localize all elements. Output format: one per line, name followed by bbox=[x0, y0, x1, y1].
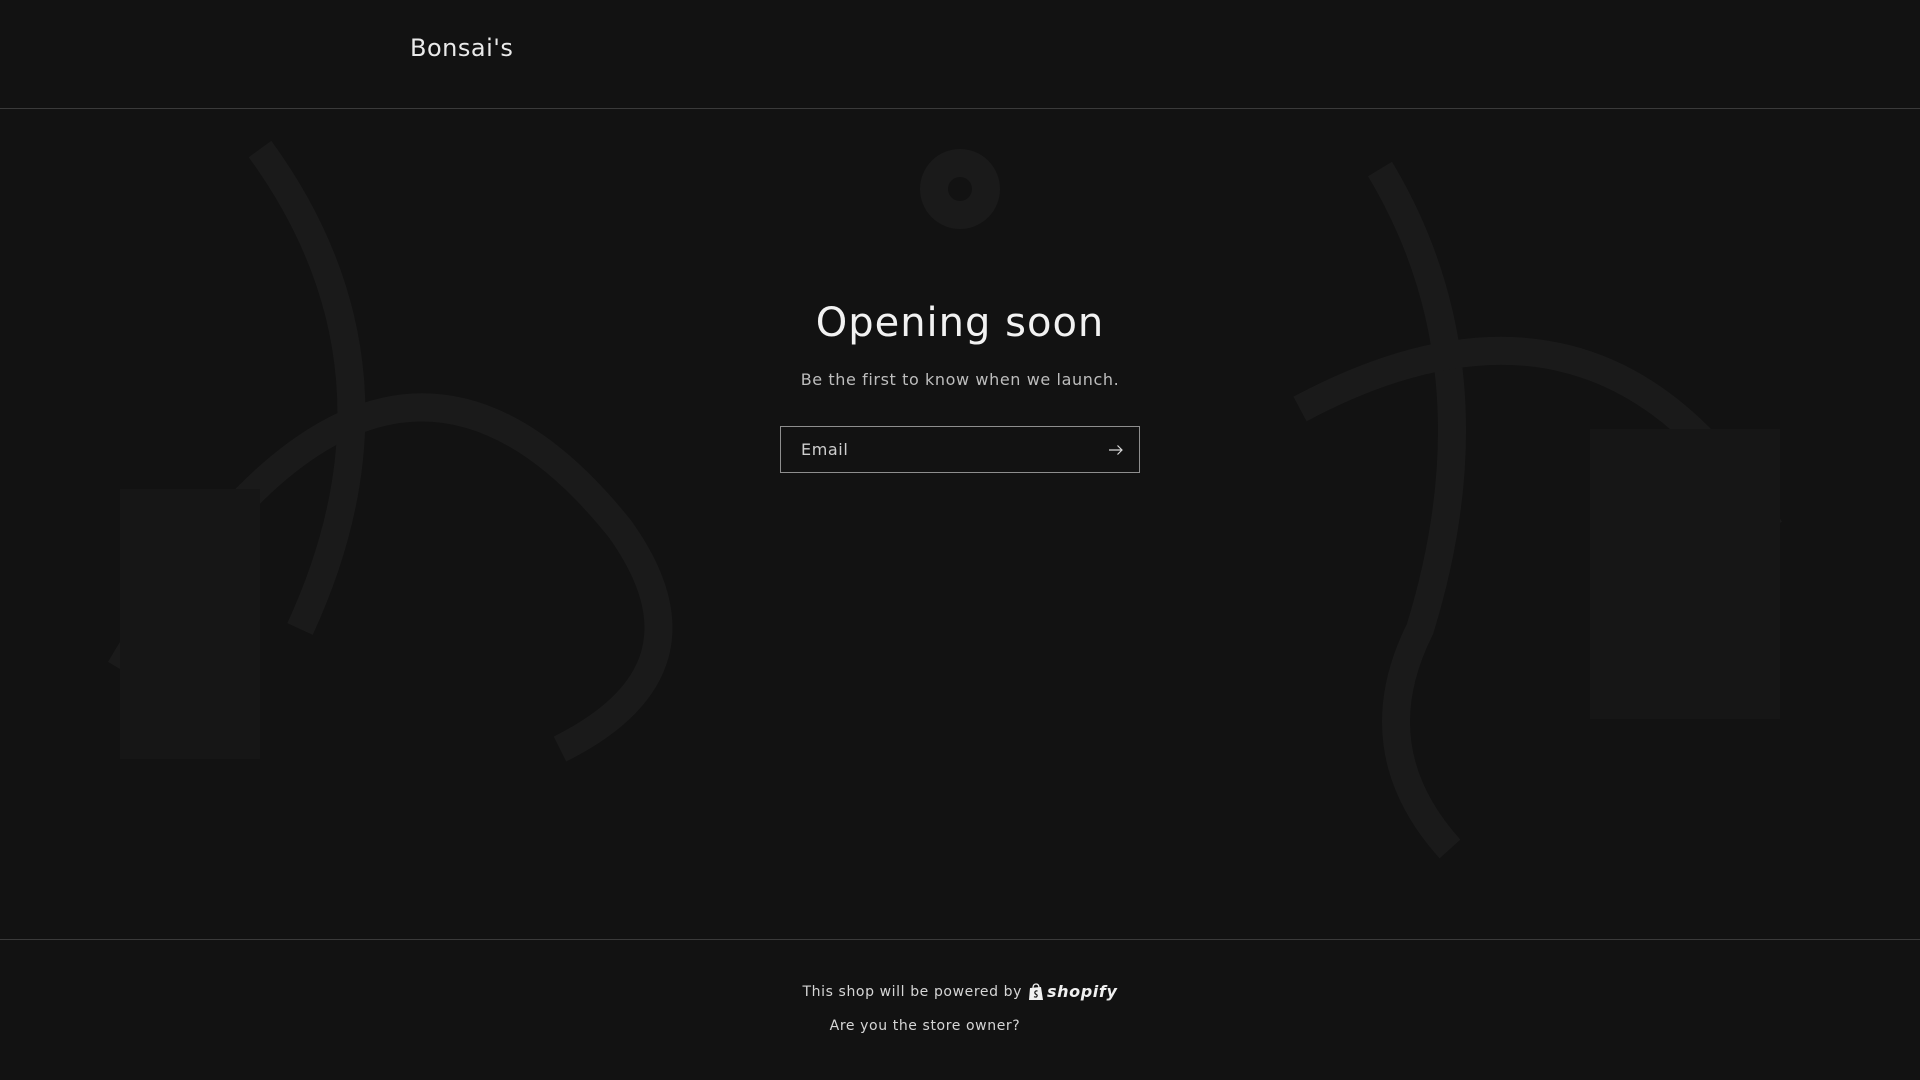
subscribe-button[interactable] bbox=[1099, 433, 1133, 467]
site-footer: This shop will be powered by shopify Are… bbox=[0, 939, 1920, 1080]
email-input[interactable] bbox=[781, 427, 1091, 472]
powered-by-text: This shop will be powered by bbox=[802, 983, 1023, 1000]
site-header: Bonsai's bbox=[0, 0, 1920, 109]
background-illustration bbox=[107, 140, 1782, 859]
store-owner-link[interactable]: Are you the store owner? bbox=[0, 1018, 1850, 1034]
page-subtitle: Be the first to know when we launch. bbox=[800, 370, 1120, 389]
newsletter-form bbox=[780, 426, 1140, 473]
powered-by: This shop will be powered by shopify bbox=[0, 982, 1920, 1001]
store-name-link[interactable]: Bonsai's bbox=[410, 34, 513, 62]
password-page: Bonsai's Opening soon Be the first to kn… bbox=[0, 0, 1920, 1080]
page-title: Opening soon bbox=[815, 300, 1105, 346]
shopify-logo-text: shopify bbox=[1047, 982, 1118, 1001]
shopify-link[interactable]: shopify bbox=[1028, 982, 1117, 1001]
hero-section: Opening soon Be the first to know when w… bbox=[0, 300, 1920, 389]
shopify-bag-icon bbox=[1029, 982, 1044, 1000]
arrow-right-icon bbox=[1109, 445, 1123, 455]
